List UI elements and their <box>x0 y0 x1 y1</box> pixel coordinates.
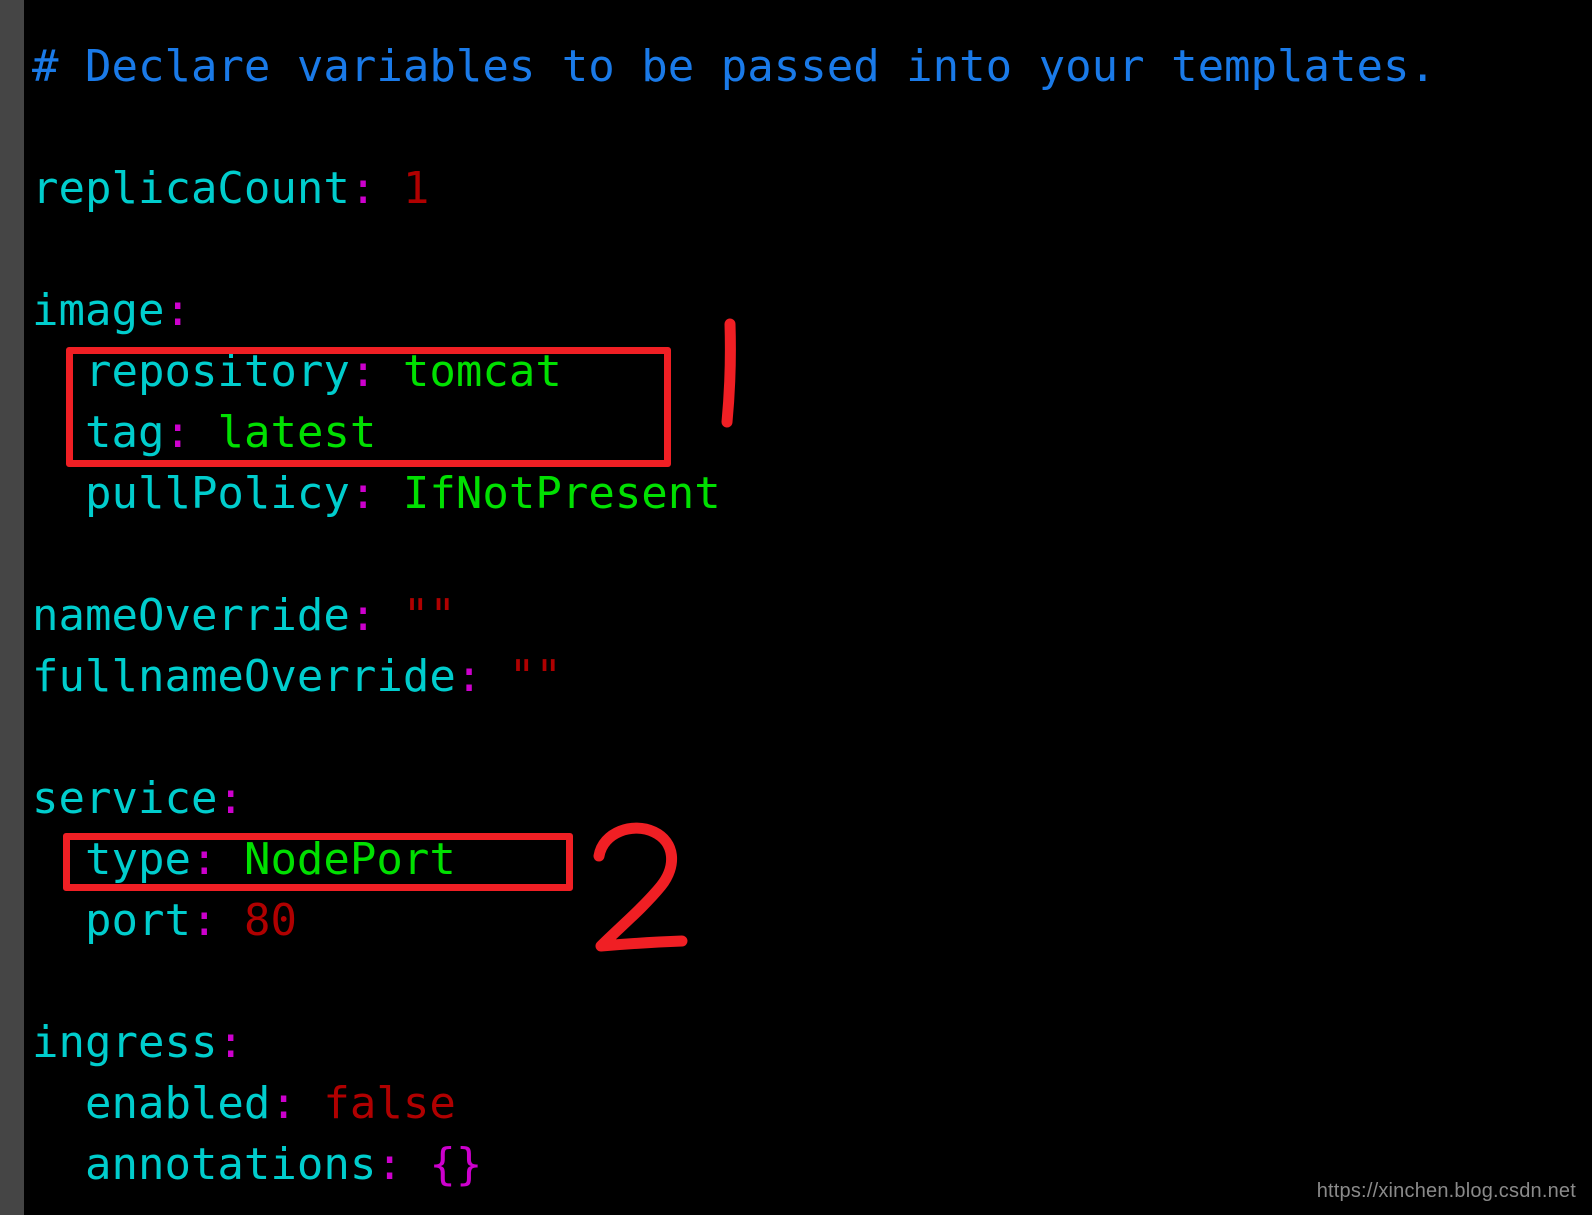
yaml-indent <box>32 468 85 519</box>
yaml-key-pullPolicy: pullPolicy <box>84 468 350 519</box>
code-line-l15[interactable]: port: 80 <box>32 890 297 951</box>
yaml-value-repository: tomcat <box>402 346 562 397</box>
code-line-l19[interactable]: annotations: {} <box>32 1134 482 1195</box>
yaml-key-port: port <box>84 895 191 946</box>
code-line-l3[interactable]: replicaCount: 1 <box>32 158 429 219</box>
yaml-value-tag: latest <box>217 407 377 458</box>
yaml-value-nameOverride: "" <box>402 590 456 641</box>
code-line-blank-l9 <box>32 524 59 585</box>
yaml-key-replicaCount: replicaCount <box>32 163 350 214</box>
yaml-key-nameOverride: nameOverride <box>32 590 350 641</box>
code-line-l13[interactable]: service: <box>32 768 244 829</box>
yaml-indent <box>32 407 85 458</box>
yaml-value-annotations: {} <box>429 1139 483 1190</box>
yaml-key-repository: repository <box>84 346 350 397</box>
code-editor-screenshot: # Declare variables to be passed into yo… <box>0 0 1592 1215</box>
yaml-space <box>403 1139 430 1190</box>
yaml-space <box>376 163 403 214</box>
yaml-space <box>191 407 218 458</box>
yaml-key-tag: tag <box>84 407 165 458</box>
code-line-blank-l2 <box>32 97 59 158</box>
code-line-l5[interactable]: image: <box>32 280 191 341</box>
yaml-value-port: 80 <box>243 895 297 946</box>
code-line-l10[interactable]: nameOverride: "" <box>32 585 456 646</box>
yaml-value-type: NodePort <box>243 834 456 885</box>
yaml-space <box>376 346 403 397</box>
yaml-comment: # Declare variables to be passed into yo… <box>32 41 1436 92</box>
yaml-colon: : <box>164 285 191 336</box>
yaml-colon: : <box>349 346 377 397</box>
watermark-text: https://xinchen.blog.csdn.net <box>1316 1180 1576 1202</box>
yaml-space <box>482 651 509 702</box>
yaml-colon: : <box>217 1017 244 1068</box>
yaml-value-fullnameOverride: "" <box>508 651 562 702</box>
yaml-colon: : <box>164 407 191 458</box>
code-line-l18[interactable]: enabled: false <box>32 1073 456 1134</box>
yaml-space <box>376 590 403 641</box>
yaml-space <box>297 1078 324 1129</box>
code-line-l1[interactable]: # Declare variables to be passed into yo… <box>32 36 1436 97</box>
yaml-colon: : <box>455 651 483 702</box>
yaml-key-annotations: annotations <box>84 1139 377 1190</box>
yaml-key-service: service <box>32 773 218 824</box>
yaml-colon: : <box>217 773 244 824</box>
yaml-colon: : <box>190 895 218 946</box>
code-line-l6[interactable]: repository: tomcat <box>32 341 562 402</box>
yaml-key-fullnameOverride: fullnameOverride <box>32 651 456 702</box>
code-content-area[interactable]: # Declare variables to be passed into yo… <box>24 0 1592 1215</box>
yaml-indent <box>32 895 85 946</box>
yaml-indent <box>32 834 85 885</box>
yaml-value-enabled: false <box>323 1078 456 1129</box>
code-line-l14[interactable]: type: NodePort <box>32 829 456 890</box>
yaml-colon: : <box>270 1078 297 1129</box>
yaml-colon: : <box>349 468 377 519</box>
yaml-key-enabled: enabled <box>84 1078 271 1129</box>
editor-gutter[interactable] <box>0 0 24 1215</box>
yaml-key-ingress: ingress <box>32 1017 218 1068</box>
yaml-value-pullPolicy: IfNotPresent <box>402 468 721 519</box>
yaml-space <box>376 468 403 519</box>
yaml-colon: : <box>349 590 377 641</box>
code-line-blank-l4 <box>32 219 59 280</box>
code-line-l17[interactable]: ingress: <box>32 1012 244 1073</box>
code-line-l8[interactable]: pullPolicy: IfNotPresent <box>32 463 721 524</box>
code-line-l11[interactable]: fullnameOverride: "" <box>32 646 562 707</box>
yaml-space <box>217 834 244 885</box>
yaml-indent <box>32 346 85 397</box>
code-line-blank-l12 <box>32 707 59 768</box>
yaml-value-replicaCount: 1 <box>402 163 430 214</box>
yaml-key-image: image <box>32 285 165 336</box>
code-line-blank-l16 <box>32 951 59 1012</box>
yaml-colon: : <box>349 163 377 214</box>
code-line-l7[interactable]: tag: latest <box>32 402 376 463</box>
yaml-indent <box>32 1078 85 1129</box>
yaml-space <box>217 895 244 946</box>
yaml-indent <box>32 1139 85 1190</box>
yaml-key-type: type <box>84 834 191 885</box>
yaml-colon: : <box>190 834 218 885</box>
yaml-colon: : <box>376 1139 403 1190</box>
